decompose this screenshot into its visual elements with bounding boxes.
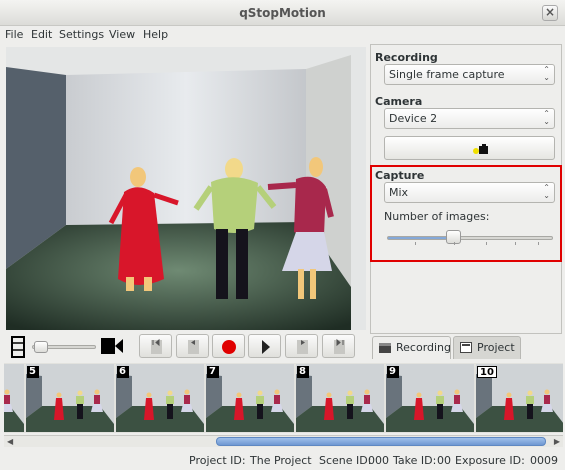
- tab-recording-label: Recording: [396, 341, 452, 354]
- frame-thumbnail[interactable]: 9: [386, 364, 474, 432]
- last-frame-button[interactable]: [322, 334, 355, 358]
- frame-thumbnail[interactable]: 10: [476, 364, 563, 432]
- speed-slider-handle[interactable]: [34, 341, 48, 353]
- combo-arrows-icon: ⌃ ⌄: [543, 109, 550, 126]
- slider-tick: [538, 242, 539, 245]
- tab-project[interactable]: Project: [453, 336, 521, 359]
- filmstrip: 5 6 7 8 9 10: [4, 363, 563, 433]
- frame-thumbnail-image: [116, 364, 204, 432]
- frame-number: 8: [297, 366, 309, 378]
- menu-help[interactable]: Help: [143, 28, 168, 41]
- take-id-label: Take ID:: [393, 454, 437, 467]
- speed-slider[interactable]: [32, 341, 96, 353]
- recording-mode-value: Single frame capture: [389, 68, 505, 81]
- skip-first-icon: [151, 338, 162, 354]
- capture-mode-select[interactable]: Mix ⌃ ⌄: [384, 182, 555, 203]
- record-button[interactable]: [212, 334, 245, 358]
- camera-device-select[interactable]: Device 2 ⌃ ⌄: [384, 108, 555, 129]
- frame-thumbnail[interactable]: 6: [116, 364, 204, 432]
- status-bar: Project ID: The Project Scene ID: 000 Ta…: [0, 452, 565, 470]
- frame-thumbnail[interactable]: 7: [206, 364, 294, 432]
- side-panel: Recording Single frame capture ⌃ ⌄ Camera…: [370, 44, 562, 334]
- slider-tick: [454, 242, 455, 245]
- play-button[interactable]: [248, 334, 281, 358]
- video-camera-icon[interactable]: [100, 336, 124, 356]
- skip-last-icon: [334, 338, 345, 354]
- frame-thumbnail-image: [4, 364, 24, 432]
- project-id-value: The Project: [250, 454, 312, 467]
- record-icon: [222, 340, 236, 354]
- slider-tick: [486, 242, 487, 245]
- combo-arrows-icon: ⌃ ⌄: [543, 183, 550, 200]
- frame-thumbnail-image: [26, 364, 114, 432]
- camera-preview: [6, 47, 366, 330]
- scene-id-value: 000: [368, 454, 389, 467]
- slider-tick: [415, 242, 416, 245]
- scroll-right-icon[interactable]: ▶: [554, 436, 560, 447]
- frame-thumbnail[interactable]: 8: [296, 364, 384, 432]
- frame-thumbnail-partial[interactable]: [4, 364, 24, 432]
- window-title: qStopMotion: [239, 6, 326, 20]
- camera-settings-button[interactable]: [384, 136, 555, 160]
- frame-thumbnail-image: [296, 364, 384, 432]
- exposure-id-label: Exposure ID:: [455, 454, 525, 467]
- frame-number: 5: [27, 366, 39, 378]
- combo-arrows-icon: ⌃ ⌄: [543, 65, 550, 82]
- previous-frame-icon: [188, 340, 199, 354]
- next-frame-button[interactable]: [285, 334, 318, 358]
- filmstrip-scrollbar[interactable]: ◀ ▶: [4, 435, 563, 447]
- menu-settings[interactable]: Settings: [59, 28, 104, 41]
- menu-bar: File Edit Settings View Help: [0, 26, 565, 44]
- number-of-images-slider[interactable]: [387, 236, 553, 240]
- previous-frame-button[interactable]: [176, 334, 209, 358]
- playback-bar: [6, 333, 366, 361]
- frame-thumbnail-image: [206, 364, 294, 432]
- tab-recording[interactable]: Recording: [372, 336, 451, 359]
- frame-thumbnail[interactable]: 5: [26, 364, 114, 432]
- slider-tick: [515, 242, 516, 245]
- exposure-id-value: 0009: [530, 454, 558, 467]
- frame-number: 10: [477, 366, 497, 378]
- tab-project-label: Project: [477, 341, 515, 354]
- frame-thumbnail-image: [386, 364, 474, 432]
- close-button[interactable]: ×: [542, 5, 558, 21]
- capture-group-title: Capture: [375, 169, 425, 182]
- next-frame-icon: [297, 340, 308, 354]
- webcam-icon: [473, 144, 488, 154]
- first-frame-button[interactable]: [139, 334, 172, 358]
- camera-device-value: Device 2: [389, 112, 438, 125]
- scrollbar-thumb[interactable]: [216, 437, 546, 446]
- preview-image: [6, 47, 366, 330]
- frame-number: 6: [117, 366, 129, 378]
- number-of-images-label: Number of images:: [384, 210, 490, 223]
- clapperboard-icon: [379, 343, 391, 353]
- camera-group-title: Camera: [375, 95, 423, 108]
- tool-tabs: Recording Project: [370, 336, 565, 360]
- frame-number: 7: [207, 366, 219, 378]
- menu-file[interactable]: File: [5, 28, 23, 41]
- film-icon: [11, 336, 25, 358]
- menu-edit[interactable]: Edit: [31, 28, 52, 41]
- scene-id-label: Scene ID:: [319, 454, 372, 467]
- menu-view[interactable]: View: [109, 28, 135, 41]
- frame-number: 9: [387, 366, 399, 378]
- close-icon: ×: [544, 5, 556, 19]
- play-icon: [262, 340, 270, 354]
- scroll-left-icon[interactable]: ◀: [7, 436, 13, 447]
- capture-mode-value: Mix: [389, 186, 409, 199]
- project-id-label: Project ID:: [189, 454, 246, 467]
- project-icon: [460, 342, 472, 353]
- take-id-value: 00: [437, 454, 451, 467]
- recording-mode-select[interactable]: Single frame capture ⌃ ⌄: [384, 64, 555, 85]
- title-bar: qStopMotion ×: [0, 0, 565, 26]
- recording-group-title: Recording: [375, 51, 438, 64]
